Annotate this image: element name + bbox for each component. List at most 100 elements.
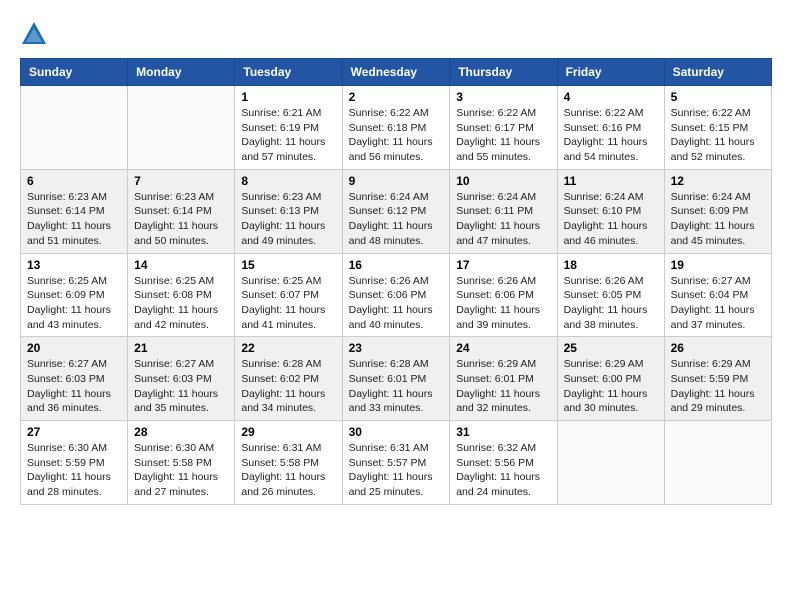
- day-number: 6: [27, 174, 121, 188]
- day-number: 11: [564, 174, 658, 188]
- page-header: [20, 20, 772, 48]
- calendar-cell: 1 Sunrise: 6:21 AM Sunset: 6:19 PM Daylig…: [235, 86, 342, 170]
- calendar-cell: 4 Sunrise: 6:22 AM Sunset: 6:16 PM Daylig…: [557, 86, 664, 170]
- day-info: Sunrise: 6:24 AM Sunset: 6:11 PM Dayligh…: [456, 190, 550, 249]
- calendar-cell: 17 Sunrise: 6:26 AM Sunset: 6:06 PM Dayli…: [450, 253, 557, 337]
- day-info: Sunrise: 6:25 AM Sunset: 6:09 PM Dayligh…: [27, 274, 121, 333]
- calendar-cell: 11 Sunrise: 6:24 AM Sunset: 6:10 PM Dayli…: [557, 169, 664, 253]
- day-number: 23: [349, 341, 444, 355]
- calendar-cell: 28 Sunrise: 6:30 AM Sunset: 5:58 PM Dayli…: [128, 421, 235, 505]
- calendar-cell: 24 Sunrise: 6:29 AM Sunset: 6:01 PM Dayli…: [450, 337, 557, 421]
- day-info: Sunrise: 6:27 AM Sunset: 6:03 PM Dayligh…: [134, 357, 228, 416]
- day-number: 16: [349, 258, 444, 272]
- calendar-cell: [21, 86, 128, 170]
- day-info: Sunrise: 6:31 AM Sunset: 5:58 PM Dayligh…: [241, 441, 335, 500]
- day-number: 29: [241, 425, 335, 439]
- day-number: 17: [456, 258, 550, 272]
- weekday-header: Monday: [128, 59, 235, 86]
- calendar-cell: 3Sunrise: 6:22 AM Sunset: 6:17 PM Daylig…: [450, 86, 557, 170]
- calendar-cell: 26 Sunrise: 6:29 AM Sunset: 5:59 PM Dayli…: [664, 337, 771, 421]
- day-number: 27: [27, 425, 121, 439]
- day-info: Sunrise: 6:31 AM Sunset: 5:57 PM Dayligh…: [349, 441, 444, 500]
- calendar-cell: [128, 86, 235, 170]
- calendar-cell: 13 Sunrise: 6:25 AM Sunset: 6:09 PM Dayli…: [21, 253, 128, 337]
- day-number: 12: [671, 174, 765, 188]
- calendar-cell: [557, 421, 664, 505]
- day-info: Sunrise: 6:24 AM Sunset: 6:12 PM Dayligh…: [349, 190, 444, 249]
- day-number: 19: [671, 258, 765, 272]
- logo: [20, 20, 52, 48]
- calendar-cell: 19 Sunrise: 6:27 AM Sunset: 6:04 PM Dayli…: [664, 253, 771, 337]
- day-info: Sunrise: 6:26 AM Sunset: 6:06 PM Dayligh…: [349, 274, 444, 333]
- day-number: 26: [671, 341, 765, 355]
- day-number: 4: [564, 90, 658, 104]
- day-number: 22: [241, 341, 335, 355]
- calendar-table: SundayMondayTuesdayWednesdayThursdayFrid…: [20, 58, 772, 505]
- day-number: 14: [134, 258, 228, 272]
- day-number: 20: [27, 341, 121, 355]
- day-number: 28: [134, 425, 228, 439]
- day-info: Sunrise: 6:24 AM Sunset: 6:10 PM Dayligh…: [564, 190, 658, 249]
- day-number: 24: [456, 341, 550, 355]
- calendar-cell: [664, 421, 771, 505]
- calendar-cell: 12 Sunrise: 6:24 AM Sunset: 6:09 PM Dayli…: [664, 169, 771, 253]
- calendar-cell: 23 Sunrise: 6:28 AM Sunset: 6:01 PM Dayli…: [342, 337, 450, 421]
- day-number: 1: [241, 90, 335, 104]
- day-number: 15: [241, 258, 335, 272]
- day-number: 13: [27, 258, 121, 272]
- day-info: Sunrise: 6:21 AM Sunset: 6:19 PM Dayligh…: [241, 106, 335, 165]
- calendar-cell: 20Sunrise: 6:27 AM Sunset: 6:03 PM Dayli…: [21, 337, 128, 421]
- day-number: 10: [456, 174, 550, 188]
- calendar-header-row: SundayMondayTuesdayWednesdayThursdayFrid…: [21, 59, 772, 86]
- weekday-header: Sunday: [21, 59, 128, 86]
- day-number: 2: [349, 90, 444, 104]
- day-number: 25: [564, 341, 658, 355]
- logo-icon: [20, 20, 48, 48]
- calendar-cell: 14 Sunrise: 6:25 AM Sunset: 6:08 PM Dayli…: [128, 253, 235, 337]
- weekday-header: Tuesday: [235, 59, 342, 86]
- calendar-cell: 6Sunrise: 6:23 AM Sunset: 6:14 PM Daylig…: [21, 169, 128, 253]
- calendar-week-row: 13 Sunrise: 6:25 AM Sunset: 6:09 PM Dayli…: [21, 253, 772, 337]
- day-info: Sunrise: 6:23 AM Sunset: 6:14 PM Dayligh…: [134, 190, 228, 249]
- weekday-header: Saturday: [664, 59, 771, 86]
- calendar-cell: 10 Sunrise: 6:24 AM Sunset: 6:11 PM Dayli…: [450, 169, 557, 253]
- calendar-cell: 5 Sunrise: 6:22 AM Sunset: 6:15 PM Daylig…: [664, 86, 771, 170]
- calendar-week-row: 1 Sunrise: 6:21 AM Sunset: 6:19 PM Daylig…: [21, 86, 772, 170]
- day-info: Sunrise: 6:29 AM Sunset: 5:59 PM Dayligh…: [671, 357, 765, 416]
- day-info: Sunrise: 6:29 AM Sunset: 6:00 PM Dayligh…: [564, 357, 658, 416]
- day-info: Sunrise: 6:32 AM Sunset: 5:56 PM Dayligh…: [456, 441, 550, 500]
- day-info: Sunrise: 6:27 AM Sunset: 6:04 PM Dayligh…: [671, 274, 765, 333]
- day-number: 31: [456, 425, 550, 439]
- weekday-header: Friday: [557, 59, 664, 86]
- day-info: Sunrise: 6:22 AM Sunset: 6:18 PM Dayligh…: [349, 106, 444, 165]
- day-number: 9: [349, 174, 444, 188]
- weekday-header: Thursday: [450, 59, 557, 86]
- day-info: Sunrise: 6:22 AM Sunset: 6:15 PM Dayligh…: [671, 106, 765, 165]
- day-info: Sunrise: 6:22 AM Sunset: 6:16 PM Dayligh…: [564, 106, 658, 165]
- day-number: 5: [671, 90, 765, 104]
- calendar-week-row: 20 Sunrise: 6:27 AM Sunset: 6:03 PM Dayli…: [21, 337, 772, 421]
- calendar-week-row: 6 Sunrise: 6:23 AM Sunset: 6:14 PM Daylig…: [21, 169, 772, 253]
- day-info: Sunrise: 6:29 AM Sunset: 6:01 PM Dayligh…: [456, 357, 550, 416]
- day-info: Sunrise: 6:22 AM Sunset: 6:17 PM Dayligh…: [456, 106, 550, 165]
- weekday-header: Wednesday: [342, 59, 450, 86]
- calendar-body: 1 Sunrise: 6:21 AM Sunset: 6:19 PM Daylig…: [21, 86, 772, 505]
- calendar-cell: 22 Sunrise: 6:28 AM Sunset: 6:02 PM Dayli…: [235, 337, 342, 421]
- day-info: Sunrise: 6:25 AM Sunset: 6:07 PM Dayligh…: [241, 274, 335, 333]
- calendar-cell: 15 Sunrise: 6:25 AM Sunset: 6:07 PM Dayli…: [235, 253, 342, 337]
- calendar-cell: 7 Sunrise: 6:23 AM Sunset: 6:14 PM Daylig…: [128, 169, 235, 253]
- day-info: Sunrise: 6:30 AM Sunset: 5:58 PM Dayligh…: [134, 441, 228, 500]
- day-info: Sunrise: 6:28 AM Sunset: 6:01 PM Dayligh…: [349, 357, 444, 416]
- day-info: Sunrise: 6:25 AM Sunset: 6:08 PM Dayligh…: [134, 274, 228, 333]
- day-info: Sunrise: 6:26 AM Sunset: 6:05 PM Dayligh…: [564, 274, 658, 333]
- calendar-cell: 18Sunrise: 6:26 AM Sunset: 6:05 PM Dayli…: [557, 253, 664, 337]
- day-info: Sunrise: 6:28 AM Sunset: 6:02 PM Dayligh…: [241, 357, 335, 416]
- calendar-cell: 30 Sunrise: 6:31 AM Sunset: 5:57 PM Dayli…: [342, 421, 450, 505]
- calendar-cell: 29 Sunrise: 6:31 AM Sunset: 5:58 PM Dayli…: [235, 421, 342, 505]
- day-info: Sunrise: 6:30 AM Sunset: 5:59 PM Dayligh…: [27, 441, 121, 500]
- day-info: Sunrise: 6:26 AM Sunset: 6:06 PM Dayligh…: [456, 274, 550, 333]
- day-number: 30: [349, 425, 444, 439]
- day-number: 21: [134, 341, 228, 355]
- day-info: Sunrise: 6:24 AM Sunset: 6:09 PM Dayligh…: [671, 190, 765, 249]
- day-number: 7: [134, 174, 228, 188]
